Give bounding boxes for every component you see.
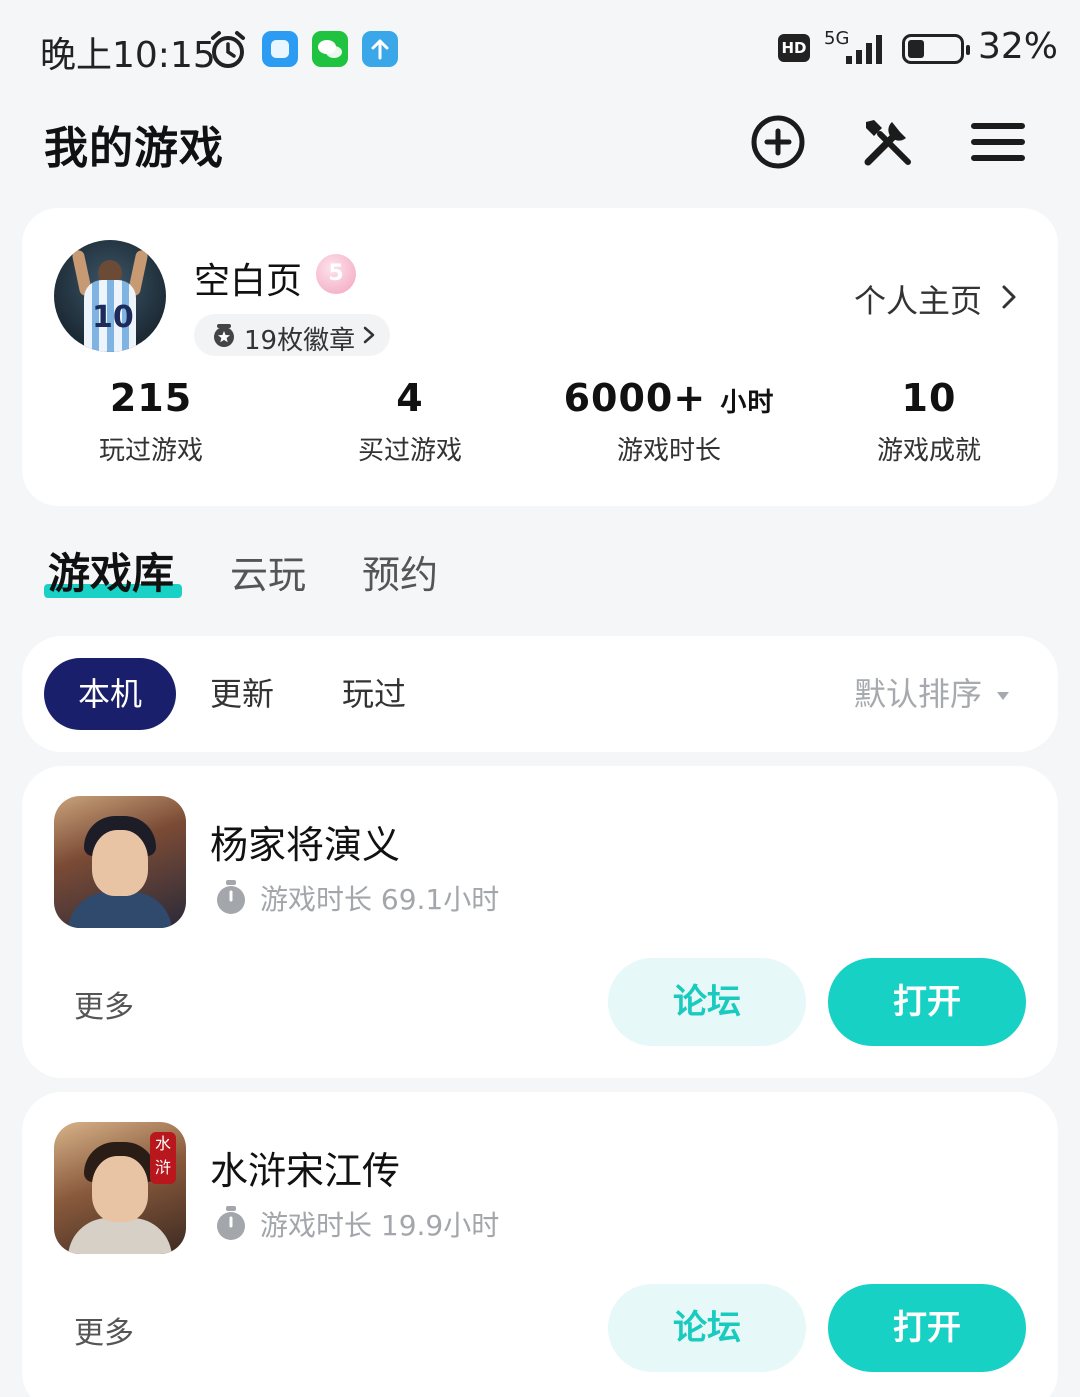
alarm-icon	[211, 31, 245, 68]
game-name[interactable]: 杨家将演义	[210, 814, 400, 869]
page-title: 我的游戏	[44, 123, 224, 174]
sort-dropdown[interactable]: 默认排序	[854, 658, 982, 730]
chevron-right-icon	[363, 326, 375, 344]
playtime-label: 游戏时长 69.1小时	[260, 883, 500, 916]
tab-cloud-play[interactable]: 云玩	[230, 544, 306, 599]
more-link[interactable]: 更多	[74, 982, 134, 1026]
stat-played-games[interactable]: 215 玩过游戏	[41, 376, 261, 467]
profile-card: 10 空白页 5 19枚徽章 个人主页 215 玩过游戏 4 买过游戏 6000…	[22, 208, 1058, 506]
badges-label: 19枚徽章	[244, 326, 356, 356]
stat-value: 6000+ 小时	[563, 376, 775, 420]
hd-icon: HD	[778, 34, 810, 62]
playtime-label: 游戏时长 19.9小时	[260, 1209, 500, 1242]
filter-chip-played[interactable]: 玩过	[342, 658, 406, 730]
medal-icon	[214, 324, 234, 347]
stat-label: 买过游戏	[357, 436, 462, 466]
upload-icon	[362, 31, 398, 67]
vip-level-badge: 5	[316, 254, 356, 294]
stat-label: 玩过游戏	[98, 436, 203, 466]
stopwatch-icon	[217, 1206, 245, 1240]
stat-value: 215	[109, 376, 193, 420]
status-bar: 晚上10:15 HD 5G 32%	[0, 0, 1080, 96]
stat-play-time[interactable]: 6000+ 小时 游戏时长	[559, 376, 779, 467]
game-card: 水浒 水浒宋江传 游戏时长 19.9小时 更多 论坛 打开	[22, 1092, 1058, 1397]
stat-bought-games[interactable]: 4 买过游戏	[300, 376, 520, 467]
menu-icon[interactable]	[968, 112, 1028, 172]
filter-chip-local[interactable]: 本机	[44, 658, 176, 730]
battery-percent: 32%	[978, 26, 1059, 67]
wechat-icon	[312, 31, 348, 67]
stat-label: 游戏成就	[876, 436, 981, 466]
filter-chip-update[interactable]: 更新	[210, 658, 274, 730]
status-time: 晚上10:15	[40, 35, 216, 76]
qq-browser-icon	[262, 31, 298, 67]
stat-achievements[interactable]: 10 游戏成就	[819, 376, 1039, 467]
stopwatch-icon	[217, 880, 245, 914]
tab-reservation[interactable]: 预约	[362, 544, 438, 599]
forum-button[interactable]: 论坛	[608, 958, 806, 1046]
forum-button[interactable]: 论坛	[608, 1284, 806, 1372]
open-button[interactable]: 打开	[828, 958, 1026, 1046]
game-icon-tag: 水浒	[150, 1132, 176, 1184]
signal-icon	[846, 35, 882, 64]
stat-label: 游戏时长	[616, 436, 721, 466]
more-link[interactable]: 更多	[74, 1308, 134, 1352]
tab-game-library[interactable]: 游戏库	[48, 540, 174, 601]
add-circle-icon[interactable]	[748, 112, 808, 172]
game-name[interactable]: 水浒宋江传	[210, 1140, 400, 1195]
open-button[interactable]: 打开	[828, 1284, 1026, 1372]
tools-icon[interactable]	[858, 112, 918, 172]
homepage-link[interactable]: 个人主页	[854, 276, 982, 322]
username[interactable]: 空白页	[194, 252, 302, 304]
badges-chip[interactable]: 19枚徽章	[194, 314, 390, 356]
stat-value: 10	[901, 376, 957, 420]
avatar[interactable]: 10	[54, 240, 166, 352]
stat-value: 4	[396, 376, 424, 420]
game-icon[interactable]: 水浒	[54, 1122, 186, 1254]
stat-unit: 小时	[720, 388, 775, 418]
battery-icon	[902, 34, 970, 64]
game-card: 杨家将演义 游戏时长 69.1小时 更多 论坛 打开	[22, 766, 1058, 1078]
chevron-right-icon[interactable]	[1000, 284, 1018, 310]
filter-bar: 本机 更新 玩过 默认排序	[22, 636, 1058, 752]
caret-down-icon[interactable]	[996, 691, 1010, 701]
game-icon[interactable]	[54, 796, 186, 928]
